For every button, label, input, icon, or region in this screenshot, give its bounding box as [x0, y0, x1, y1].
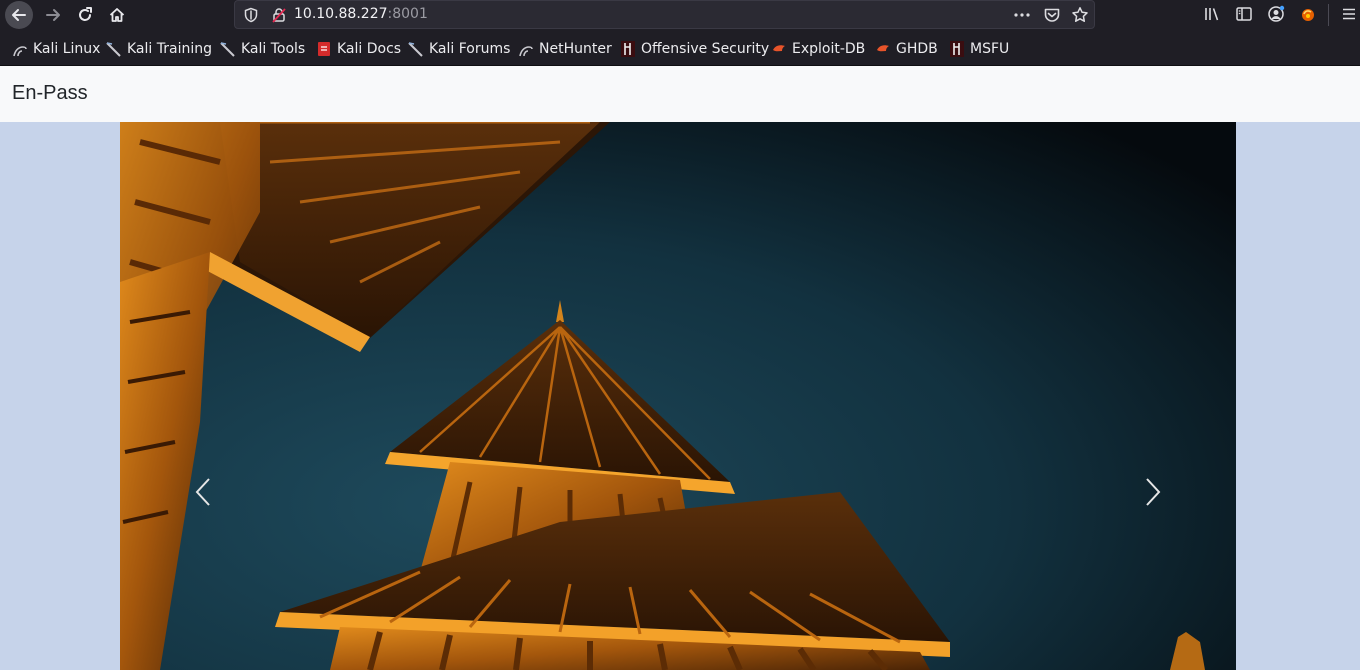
- bookmark-star-icon[interactable]: [1071, 6, 1089, 24]
- navbar-brand[interactable]: En-Pass: [12, 82, 88, 105]
- bookmark-kali-tools[interactable]: Kali Tools: [220, 40, 305, 58]
- sidebar-icon[interactable]: [1235, 5, 1253, 23]
- forward-arrow-icon[interactable]: [39, 1, 67, 29]
- tracking-shield-icon[interactable]: [243, 7, 259, 23]
- menu-hamburger-icon[interactable]: [1340, 5, 1358, 23]
- bookmark-label: Kali Linux: [33, 41, 101, 57]
- browser-toolbar: 10.10.88.227:8001: [0, 0, 1360, 32]
- page-actions-icon[interactable]: [1013, 7, 1031, 23]
- reload-icon[interactable]: [71, 1, 99, 29]
- exploit-db-icon: [771, 41, 787, 57]
- bookmark-label: MSFU: [970, 41, 1010, 57]
- bookmark-msfu[interactable]: MSFU: [949, 40, 1009, 58]
- bookmark-label: Kali Forums: [429, 41, 511, 57]
- bookmark-kali-docs[interactable]: Kali Docs: [316, 40, 401, 58]
- kali-sword-icon: [106, 41, 122, 57]
- bookmark-label: Kali Docs: [337, 41, 402, 57]
- url-host: 10.10.88.227: [294, 6, 388, 22]
- account-icon[interactable]: [1267, 5, 1285, 23]
- kali-sword-icon: [220, 41, 236, 57]
- url-text[interactable]: 10.10.88.227:8001: [294, 6, 428, 22]
- image-carousel: [120, 122, 1236, 670]
- bookmark-label: Exploit-DB: [792, 41, 866, 57]
- carousel-prev-icon[interactable]: [192, 477, 216, 507]
- kali-dragon-icon: [518, 41, 534, 57]
- url-port: :8001: [387, 6, 428, 22]
- bookmark-ghdb[interactable]: GHDB: [875, 40, 938, 58]
- bookmark-kali-training[interactable]: Kali Training: [106, 40, 212, 58]
- temple-photo: [120, 122, 1236, 670]
- insecure-lock-icon[interactable]: [271, 7, 287, 23]
- back-arrow-icon[interactable]: [5, 1, 33, 29]
- offsec-icon: [949, 41, 965, 57]
- bookmark-kali-forums[interactable]: Kali Forums: [408, 40, 510, 58]
- toolbar-separator: [1328, 4, 1329, 26]
- bookmark-exploit-db[interactable]: Exploit-DB: [771, 40, 865, 58]
- site-navbar: En-Pass: [0, 66, 1360, 122]
- bookmark-label: GHDB: [896, 41, 938, 57]
- bookmarks-toolbar: Kali Linux Kali Training Kali Tools Kali…: [0, 32, 1360, 66]
- address-bar[interactable]: 10.10.88.227:8001: [234, 0, 1095, 29]
- bookmark-kali-linux[interactable]: Kali Linux: [12, 40, 100, 58]
- kali-sword-icon: [408, 41, 424, 57]
- library-icon[interactable]: [1203, 5, 1221, 23]
- kali-dragon-icon: [12, 41, 28, 57]
- bookmark-label: Kali Tools: [241, 41, 306, 57]
- bookmark-nethunter[interactable]: NetHunter: [518, 40, 612, 58]
- offsec-icon: [620, 41, 636, 57]
- home-icon[interactable]: [103, 1, 131, 29]
- bookmark-offensive-security[interactable]: Offensive Security: [620, 40, 769, 58]
- bookmark-label: NetHunter: [539, 41, 612, 57]
- pocket-icon[interactable]: [1043, 6, 1061, 24]
- kali-docs-icon: [316, 41, 332, 57]
- extension-icon[interactable]: [1299, 5, 1317, 23]
- bookmark-label: Offensive Security: [641, 41, 770, 57]
- bookmark-label: Kali Training: [127, 41, 212, 57]
- carousel-next-icon[interactable]: [1140, 477, 1164, 507]
- exploit-db-icon: [875, 41, 891, 57]
